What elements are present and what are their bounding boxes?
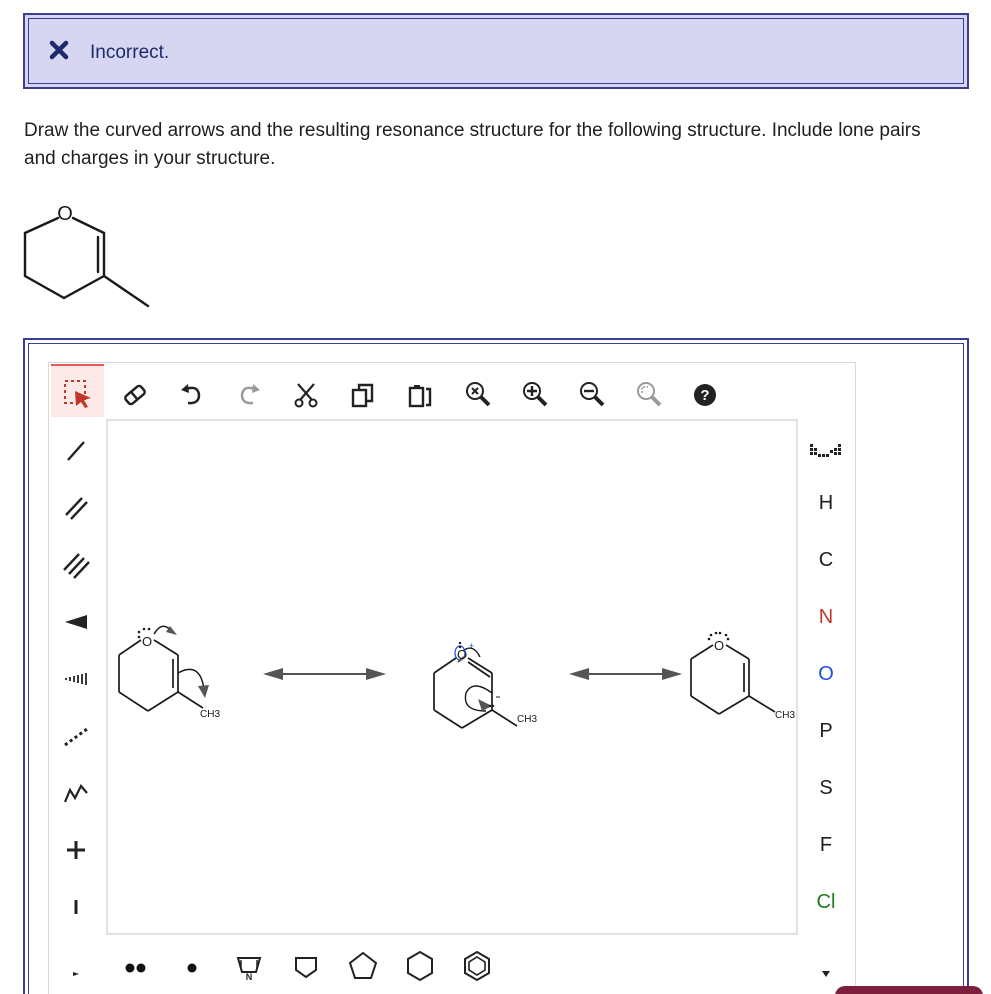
single-bond-button[interactable] [58,433,94,469]
chain-button[interactable] [58,775,94,811]
help-button[interactable]: ? [688,378,722,412]
element-cl-button[interactable]: Cl [806,891,846,914]
cut-icon [294,383,318,408]
zoom-out-button[interactable] [574,376,610,412]
pyrrole-template-icon: N [236,957,262,981]
element-n-button[interactable]: N [806,606,846,629]
element-p-button[interactable]: P [806,720,846,743]
drawing-canvas[interactable]: O CH3 O + CH3 O CH3 [106,419,798,935]
zoom-in-button[interactable] [517,376,553,412]
cyclopentane-button[interactable] [345,948,381,984]
cyclobutane-button[interactable] [288,948,324,984]
question-text: Draw the curved arrows and the resulting… [24,120,921,169]
wedge-bond-button[interactable] [58,604,94,640]
resonance-arrow-1 [263,668,386,680]
structure-2-charge: + [469,641,474,651]
radical-icon [187,963,197,973]
element-h-button[interactable]: H [806,492,846,515]
dashed-bond-button[interactable] [58,718,94,754]
zoom-fit-button[interactable] [460,376,496,412]
structure-3-oxygen: O [714,638,724,653]
structure-2-methyl: CH3 [517,714,537,725]
triple-bond-icon [63,553,90,579]
feedback-banner: Incorrect. [23,13,969,89]
eraser-icon [124,384,146,406]
svg-text:?: ? [700,387,709,404]
help-icon: ? [694,384,716,406]
pyrrole-template-button[interactable]: N [231,948,267,984]
given-structure: O [23,203,150,308]
resonance-arrow-2 [569,668,682,680]
double-bond-button[interactable] [58,490,94,526]
zoom-selection-icon [637,382,662,407]
copy-icon [351,383,374,408]
lone-pair-button[interactable] [117,948,153,984]
x-mark-icon [49,40,69,60]
more-bonds-button[interactable] [64,962,88,986]
positive-charge-icon [67,841,85,859]
double-bond-icon [65,497,88,520]
structure-1-oxygen: O [142,634,152,649]
single-bond-icon [67,441,85,461]
resonance-drawing: O CH3 O + CH3 O CH3 [118,625,795,729]
cut-button[interactable] [289,378,323,412]
chain-icon [63,784,88,803]
element-c-button[interactable]: C [806,549,846,572]
submit-button[interactable] [835,986,983,994]
hash-bond-icon [65,673,87,685]
element-s-button[interactable]: S [806,777,846,800]
select-lasso-tool[interactable] [51,364,104,417]
redo-button[interactable] [232,378,266,412]
periodic-table-icon [810,444,841,457]
feedback-status-text: Incorrect. [90,42,170,63]
benzene-button[interactable] [459,948,495,984]
zoom-fit-icon [466,382,491,407]
zoom-out-icon [580,382,605,407]
svg-text:N: N [246,972,253,981]
triple-bond-button[interactable] [58,547,94,583]
undo-icon [181,384,201,405]
more-elements-button[interactable] [814,962,838,986]
structure-1-methyl: CH3 [200,709,220,720]
radical-button[interactable] [174,948,210,984]
structure-1 [118,625,209,712]
negative-charge-icon [74,900,78,914]
select-lasso-icon [64,380,91,408]
cyclohexane-button[interactable] [402,948,438,984]
element-f-button[interactable]: F [806,834,846,857]
wedge-bond-icon [65,615,87,629]
cyclohexane-icon [407,950,433,982]
periodic-table-button[interactable] [808,436,844,466]
eraser-button[interactable] [118,378,152,412]
positive-charge-button[interactable] [58,832,94,868]
more-bonds-icon [73,972,79,976]
structure-3 [690,644,776,715]
paste-icon [408,385,432,408]
paste-button[interactable] [403,378,437,412]
zoom-in-icon [523,382,548,407]
cyclobutane-icon [295,957,317,979]
element-o-button[interactable]: O [806,663,846,686]
hash-bond-button[interactable] [58,661,94,697]
structure-2 [433,645,518,729]
zoom-selection-button[interactable] [631,376,667,412]
negative-charge-button[interactable] [58,889,94,925]
structure-3-methyl: CH3 [775,710,795,721]
lone-pair-icon [125,963,146,973]
given-structure-oxygen-label: O [57,203,73,225]
structure-2-oxygen: O [457,647,467,662]
undo-button[interactable] [175,378,209,412]
redo-icon [240,384,260,405]
cyclopentane-icon [348,951,378,979]
benzene-icon [464,950,490,982]
chevron-down-icon [822,971,830,977]
copy-button[interactable] [346,378,380,412]
dashed-bond-icon [64,727,88,747]
